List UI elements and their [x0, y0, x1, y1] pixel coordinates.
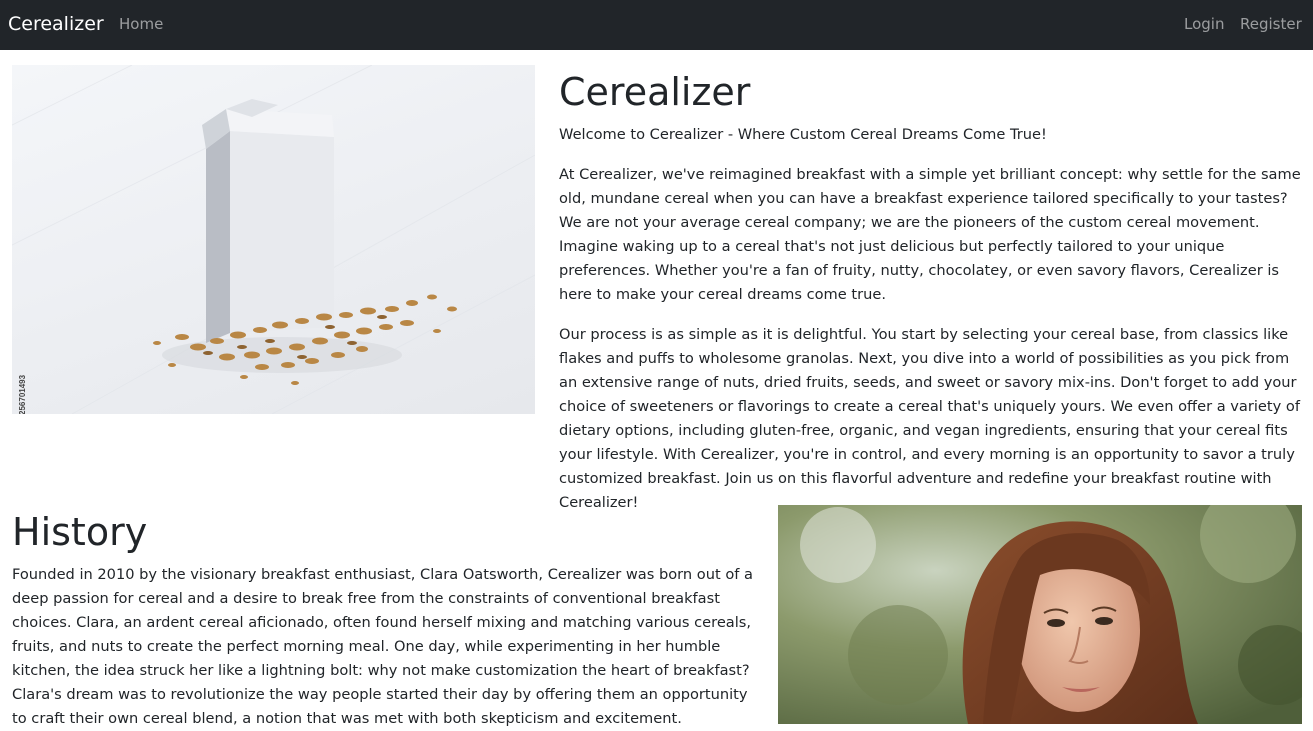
intro-paragraph-2: Our process is as simple as it is deligh…	[559, 326, 1300, 511]
history-title: History	[12, 510, 148, 554]
nav-register-link[interactable]: Register	[1240, 13, 1302, 35]
welcome-text: Welcome to Cerealizer - Where Custom Cer…	[559, 126, 1047, 143]
founder-portrait-image	[778, 505, 1302, 724]
intro-paragraph-1: At Cerealizer, we've reimagined breakfas…	[559, 166, 1301, 303]
stock-watermark: Adobe Stock | #256701493	[18, 355, 32, 414]
page-title: Cerealizer	[559, 70, 751, 114]
brand-link[interactable]: Cerealizer	[8, 10, 104, 38]
portrait-illustration	[778, 505, 1302, 724]
cereal-box-illustration	[12, 65, 535, 414]
nav-login-link[interactable]: Login	[1184, 13, 1224, 35]
nav-home-link[interactable]: Home	[119, 13, 163, 35]
history-paragraph: Founded in 2010 by the visionary breakfa…	[12, 566, 753, 727]
navbar: Cerealizer Home Login Register	[0, 0, 1313, 50]
cereal-box-image: Adobe Stock | #256701493	[12, 65, 535, 414]
